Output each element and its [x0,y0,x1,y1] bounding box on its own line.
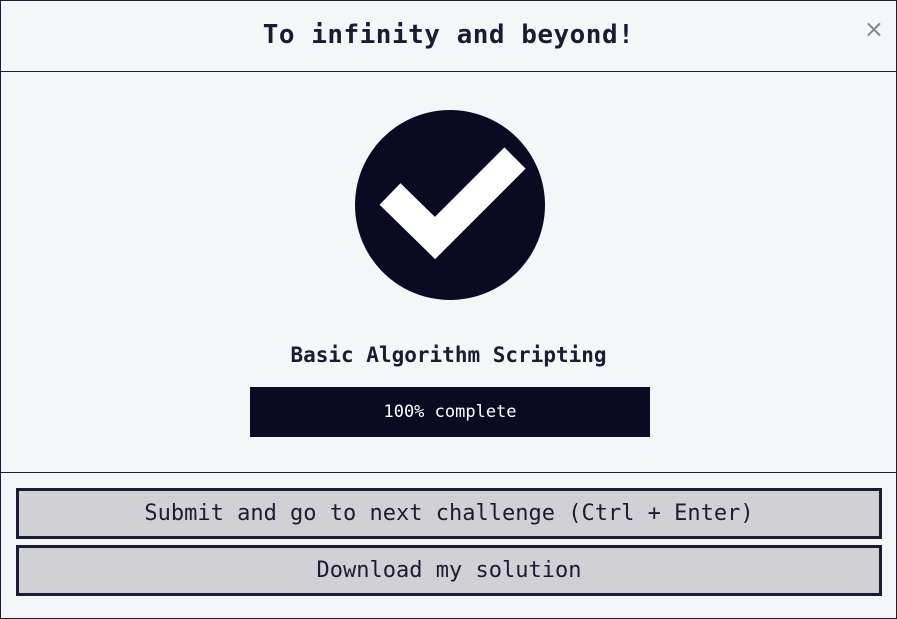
download-solution-button[interactable]: Download my solution [16,545,882,596]
modal-title: To infinity and beyond! [262,20,635,50]
modal-footer: Submit and go to next challenge (Ctrl + … [1,473,896,596]
check-circle-icon [355,110,545,300]
progress-bar: 100% complete [250,387,650,437]
modal-body: Basic Algorithm Scripting 100% complete [1,72,896,473]
block-title: Basic Algorithm Scripting [290,343,607,367]
completion-modal: To infinity and beyond! × Basic Algorith… [0,0,897,619]
modal-header: To infinity and beyond! × [1,1,896,72]
close-button[interactable]: × [864,17,884,41]
submit-next-button[interactable]: Submit and go to next challenge (Ctrl + … [16,488,882,539]
progress-text: 100% complete [383,402,517,422]
